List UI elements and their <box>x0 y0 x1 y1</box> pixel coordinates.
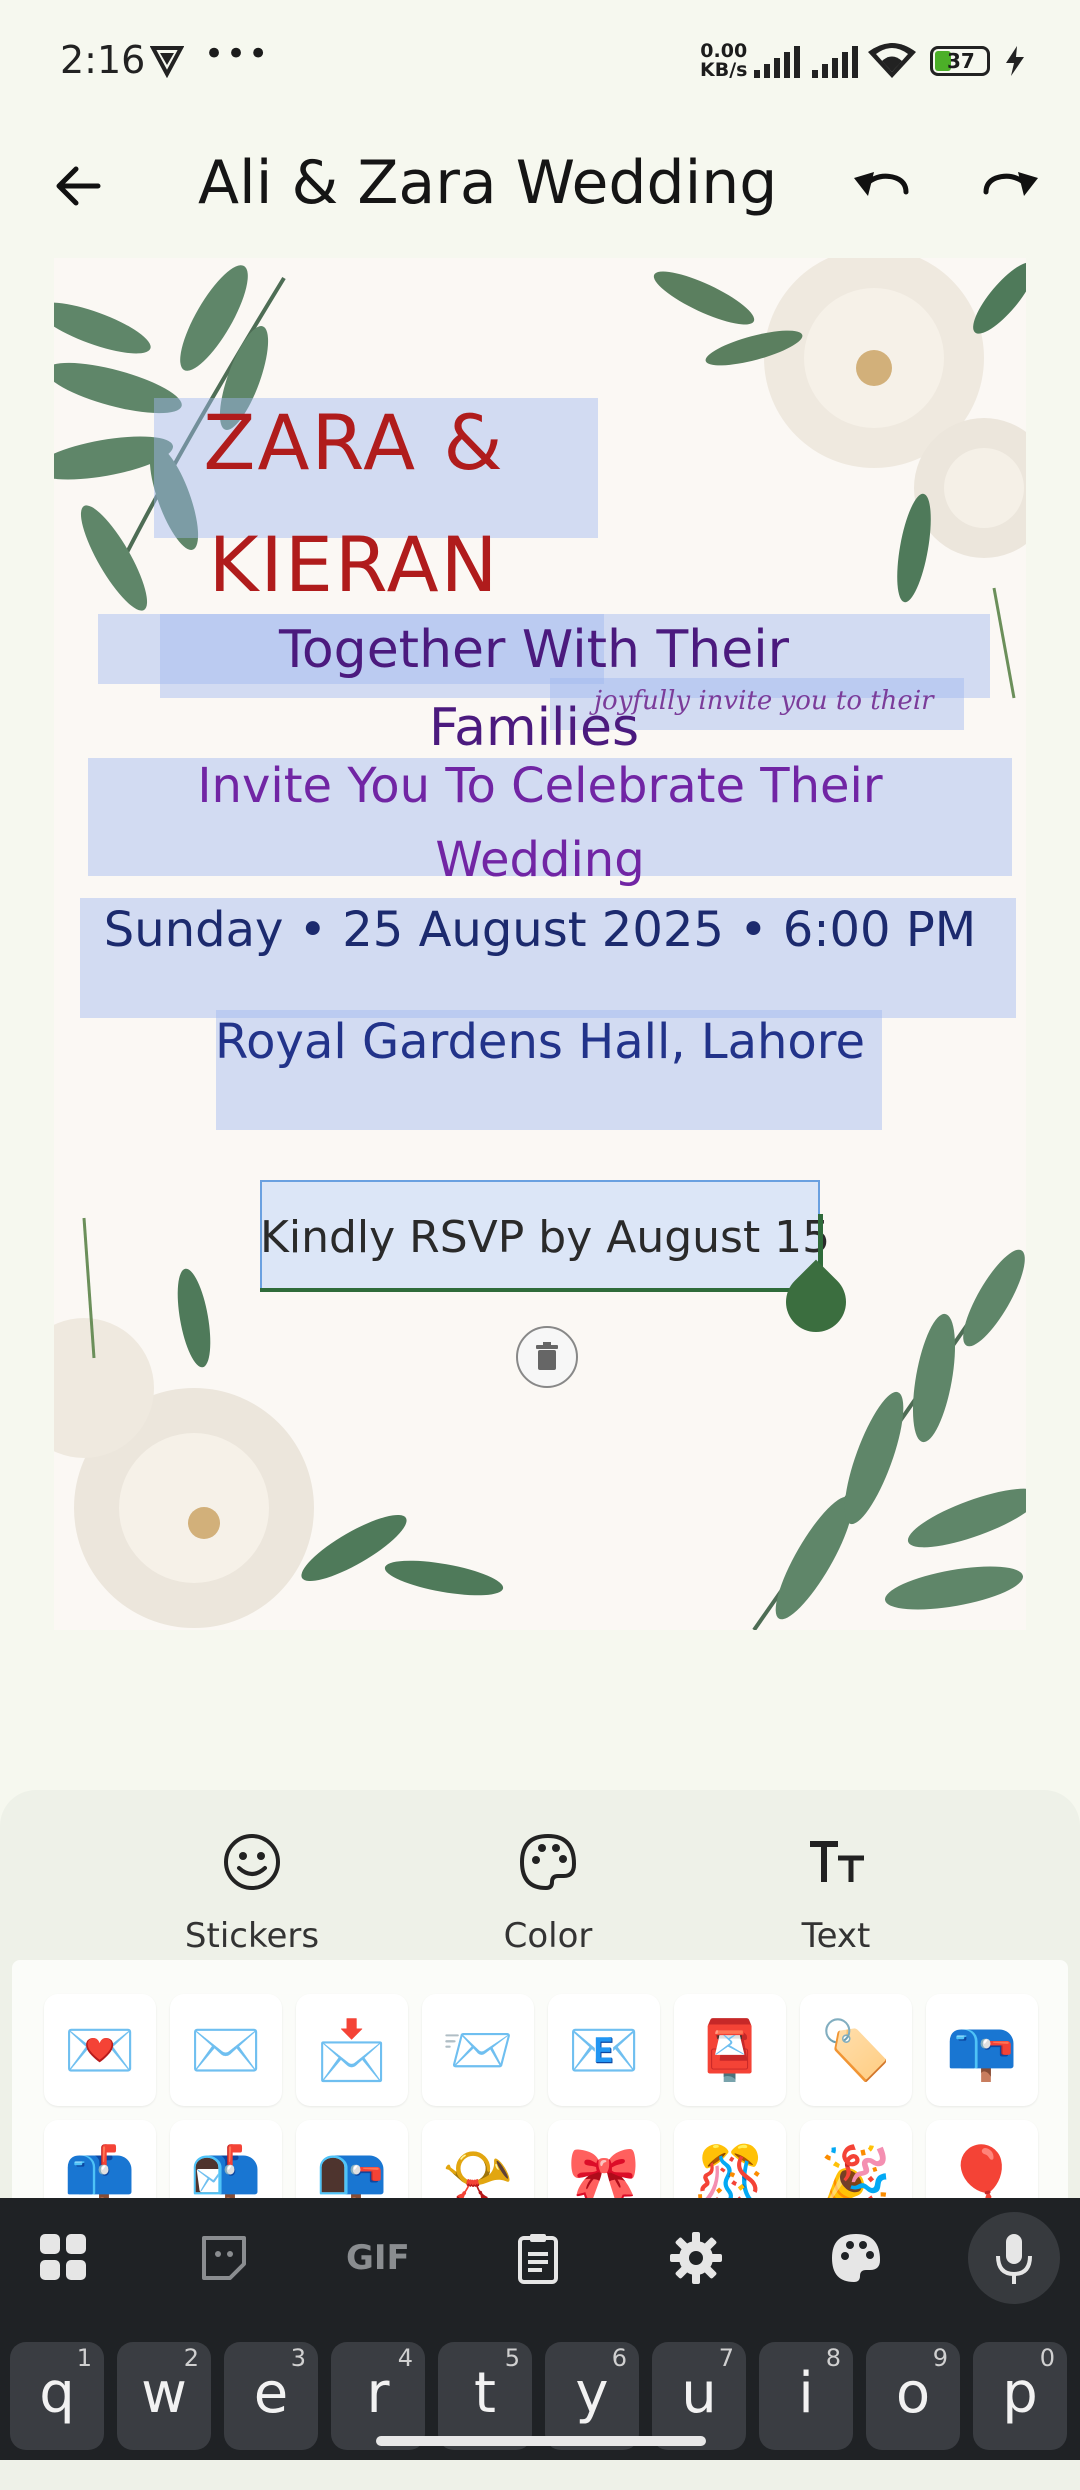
text-size-icon <box>810 1841 864 1882</box>
sticker-icon[interactable] <box>194 2228 254 2288</box>
key-y[interactable]: y6 <box>545 2342 639 2450</box>
key-label: p <box>1002 2361 1038 2426</box>
status-bar: 2:16 ••• 0.00 KB/s 37 <box>0 0 1080 130</box>
back-arrow-icon[interactable] <box>48 156 108 216</box>
clock: 2:16 <box>60 38 146 82</box>
key-label: u <box>681 2361 717 2426</box>
signal-icon <box>754 46 800 78</box>
sticker-item[interactable]: 🏷️ <box>800 1994 912 2106</box>
stickers-label: Stickers <box>184 1916 320 1956</box>
network-speed: 0.00 KB/s <box>700 42 747 80</box>
text-underline <box>260 1288 820 1292</box>
sticker-item[interactable]: ✉️ <box>170 1994 282 2106</box>
apps-grid-icon[interactable] <box>34 2228 94 2288</box>
keyboard: GIF q1 w2 e3 r4 t5 y 6 u 7 i 8 o 9 p 0 <box>0 2198 1080 2460</box>
key-o[interactable]: o9 <box>866 2342 960 2450</box>
key-hint: 6 <box>611 2344 627 2372</box>
couple-names-line1[interactable]: ZARA & <box>194 398 514 487</box>
charging-icon <box>1006 46 1024 76</box>
voice-input-button[interactable] <box>968 2212 1060 2304</box>
key-u[interactable]: u7 <box>652 2342 746 2450</box>
sticker-item[interactable]: 📮 <box>674 1994 786 2106</box>
key-i[interactable]: i8 <box>759 2342 853 2450</box>
sticker-item[interactable]: 📪 <box>926 1994 1038 2106</box>
key-e[interactable]: e3 <box>224 2342 318 2450</box>
key-label: t <box>474 2361 496 2426</box>
battery-level: 37 <box>947 49 975 73</box>
trash-icon <box>536 1342 558 1370</box>
signal-icon <box>812 46 858 78</box>
sticker-item[interactable]: 📧 <box>548 1994 660 2106</box>
more-notifications-icon: ••• <box>204 34 271 74</box>
key-hint: 1 <box>76 2344 92 2372</box>
gif-button[interactable]: GIF <box>346 2228 426 2288</box>
clipboard-icon[interactable] <box>508 2228 568 2288</box>
rsvp-text[interactable]: Kindly RSVP by August 15 <box>260 1212 830 1263</box>
page-title: Ali & Zara Wedding <box>198 148 778 218</box>
key-label: y <box>575 2361 609 2426</box>
key-t[interactable]: t5 <box>438 2342 532 2450</box>
venue-text[interactable]: Royal Gardens Hall, Lahore <box>54 1014 1026 1070</box>
palette-icon <box>519 1833 577 1891</box>
app-bar: Ali & Zara Wedding <box>0 130 1080 240</box>
keyboard-toolbar: GIF <box>0 2198 1080 2318</box>
key-hint: 2 <box>183 2344 199 2372</box>
key-hint: 8 <box>825 2344 841 2372</box>
key-hint: 9 <box>932 2344 948 2372</box>
key-hint: 3 <box>290 2344 306 2372</box>
key-label: r <box>366 2361 390 2426</box>
invite-text-line1[interactable]: Invite You To Celebrate Their <box>54 758 1026 814</box>
key-hint: 0 <box>1039 2344 1055 2372</box>
wifi-icon <box>868 43 916 78</box>
sticker-item[interactable]: 📨 <box>422 1994 534 2106</box>
battery-icon: 37 <box>930 46 990 76</box>
key-q[interactable]: q1 <box>10 2342 104 2450</box>
key-hint: 5 <box>504 2344 520 2372</box>
key-label: i <box>798 2361 814 2426</box>
sticker-item[interactable]: 📩 <box>296 1994 408 2106</box>
smiley-icon <box>224 1834 280 1890</box>
key-label: q <box>39 2361 75 2426</box>
joyfully-text[interactable]: joyfully invite you to their <box>594 686 934 716</box>
color-tool[interactable]: Color <box>448 1830 648 1956</box>
redo-icon[interactable] <box>980 156 1044 216</box>
text-label: Text <box>801 1916 871 1956</box>
vpn-shield-icon <box>150 46 184 78</box>
key-label: o <box>895 2361 931 2426</box>
key-hint: 7 <box>718 2344 734 2372</box>
delete-button[interactable] <box>516 1326 578 1388</box>
key-label: w <box>141 2361 187 2426</box>
key-hint: 4 <box>397 2344 413 2372</box>
key-p[interactable]: p0 <box>973 2342 1067 2450</box>
undo-icon[interactable] <box>848 156 912 216</box>
key-r[interactable]: r4 <box>331 2342 425 2450</box>
key-label: e <box>253 2361 289 2426</box>
text-tool[interactable]: Text <box>736 1830 936 1956</box>
invite-text-line2[interactable]: Wedding <box>54 832 1026 888</box>
color-label: Color <box>503 1916 593 1956</box>
sticker-item[interactable]: 💌 <box>44 1994 156 2106</box>
key-w[interactable]: w2 <box>117 2342 211 2450</box>
couple-names-line2[interactable]: KIERAN <box>194 520 514 609</box>
stickers-tool[interactable]: Stickers <box>152 1830 352 1956</box>
theme-palette-icon[interactable] <box>826 2228 886 2288</box>
settings-gear-icon[interactable] <box>666 2228 726 2288</box>
net-speed-unit: KB/s <box>700 59 748 81</box>
gesture-nav-bar[interactable] <box>376 2436 706 2446</box>
date-time-text[interactable]: Sunday • 25 August 2025 • 6:00 PM <box>54 902 1026 958</box>
together-text-line1[interactable]: Together With Their <box>124 620 944 680</box>
invitation-canvas[interactable]: ZARA & KIERAN Together With Their Famili… <box>54 258 1026 1630</box>
microphone-icon <box>996 2234 1032 2284</box>
